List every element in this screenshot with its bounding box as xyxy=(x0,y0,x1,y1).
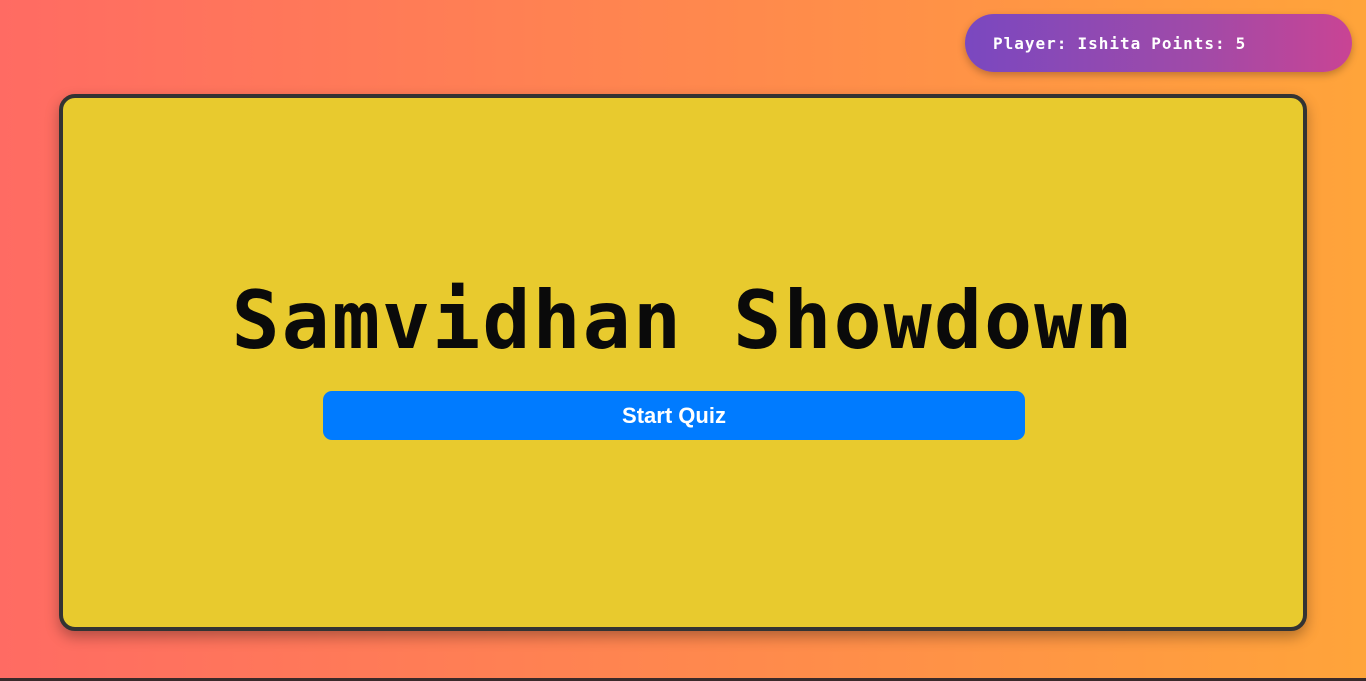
quiz-start-panel: Samvidhan Showdown Start Quiz xyxy=(59,94,1307,631)
player-name: Ishita xyxy=(1077,33,1142,53)
points-value: 5 xyxy=(1235,33,1247,53)
player-status-badge: Player: Ishita Points: 5 xyxy=(965,14,1352,72)
start-quiz-button[interactable]: Start Quiz xyxy=(323,391,1025,440)
game-title: Samvidhan Showdown xyxy=(231,274,1135,367)
points-label: Points: xyxy=(1151,33,1226,53)
player-label: Player: xyxy=(993,33,1068,53)
